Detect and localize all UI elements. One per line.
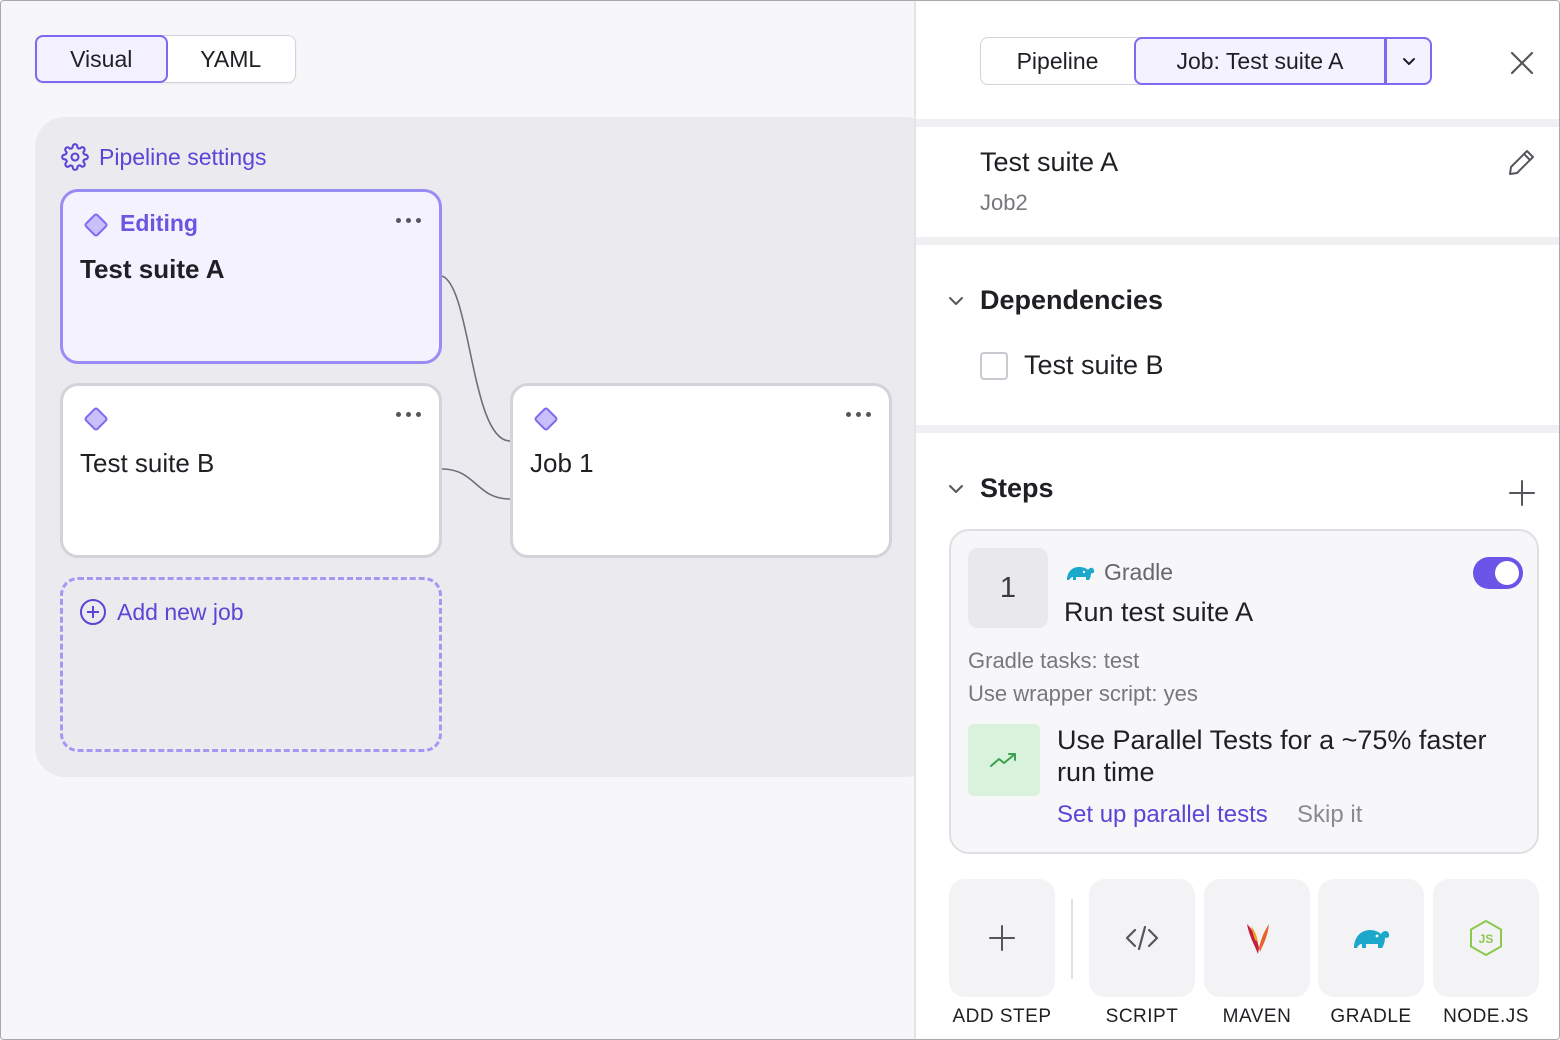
- step-card[interactable]: 1 Gradle Run test suite A Gradle tasks: …: [949, 529, 1539, 854]
- panel-tab-switcher: Pipeline Job: Test suite A: [980, 37, 1432, 85]
- add-step-plus-icon[interactable]: [1506, 477, 1538, 509]
- tab-pipeline[interactable]: Pipeline: [981, 38, 1134, 84]
- dependency-label: Test suite B: [1024, 350, 1164, 380]
- add-step-label: ADD STEP: [952, 1006, 1052, 1027]
- maven-step-button[interactable]: [1204, 879, 1310, 997]
- script-step-button[interactable]: [1089, 879, 1195, 997]
- job-title: Test suite A: [80, 254, 225, 284]
- dependency-item: Test suite B: [980, 350, 1164, 381]
- setup-parallel-tests-link[interactable]: Set up parallel tests: [1057, 801, 1268, 829]
- job-title: Job 1: [530, 448, 594, 478]
- nodejs-icon: JS: [1470, 920, 1502, 956]
- chevron-down-icon: [949, 484, 963, 493]
- trending-up-icon: [990, 753, 1016, 767]
- pipeline-editor: Visual YAML Pipeline settings Editing Te…: [1, 1, 935, 1039]
- divider: [916, 237, 1559, 245]
- close-icon[interactable]: [1506, 47, 1538, 79]
- dependencies-header[interactable]: Dependencies: [946, 285, 1163, 316]
- job-detail-panel: Pipeline Job: Test suite A Test suite A …: [914, 1, 1559, 1039]
- plus-icon: [989, 925, 1015, 951]
- dependency-checkbox[interactable]: [980, 351, 1008, 380]
- step-enabled-toggle[interactable]: [1473, 557, 1523, 589]
- job-name: Test suite A: [980, 147, 1119, 177]
- step-detail: Gradle tasks: test: [968, 648, 1140, 673]
- yaml-mode-button[interactable]: YAML: [167, 36, 296, 82]
- add-new-job-label: Add new job: [117, 598, 244, 625]
- job-menu-button[interactable]: [846, 412, 871, 417]
- step-type: Gradle: [1064, 559, 1173, 586]
- add-new-job-button[interactable]: Add new job: [60, 577, 442, 752]
- visual-mode-button[interactable]: Visual: [35, 35, 168, 83]
- step-title: Run test suite A: [1064, 597, 1254, 627]
- job-menu-button[interactable]: [396, 412, 421, 417]
- step-detail: Use wrapper script: yes: [968, 681, 1198, 706]
- tab-job[interactable]: Job: Test suite A: [1134, 37, 1386, 85]
- job-select-dropdown-button[interactable]: [1386, 37, 1432, 85]
- diamond-icon: [84, 407, 108, 431]
- pencil-icon[interactable]: [1505, 145, 1539, 179]
- maven-feather-icon: [1247, 924, 1269, 954]
- script-step-label: SCRIPT: [1105, 1006, 1179, 1027]
- job-menu-button[interactable]: [396, 218, 421, 223]
- gradle-elephant-icon: [1354, 930, 1390, 948]
- code-icon: [1125, 925, 1159, 951]
- step-number: 1: [968, 548, 1048, 628]
- steps-heading: Steps: [980, 473, 1054, 503]
- nodejs-step-button[interactable]: JS: [1433, 879, 1539, 997]
- svg-text:JS: JS: [1479, 932, 1494, 946]
- divider: [916, 119, 1559, 127]
- divider: [1071, 899, 1073, 979]
- job-title: Test suite B: [80, 448, 215, 478]
- gradle-step-label: GRADLE: [1330, 1006, 1412, 1027]
- parallel-tests-hint: Use Parallel Tests for a ~75% faster run…: [1057, 725, 1487, 787]
- job-card-job-1[interactable]: Job 1: [510, 383, 892, 558]
- editing-status-label: Editing: [120, 210, 198, 236]
- pipeline-settings-link[interactable]: Pipeline settings: [61, 143, 267, 171]
- diamond-icon: [84, 213, 108, 237]
- panel-header: Pipeline Job: Test suite A: [916, 1, 1559, 119]
- chevron-down-icon: [949, 296, 963, 305]
- gradle-step-button[interactable]: [1318, 879, 1424, 997]
- job-card-test-suite-a[interactable]: Editing Test suite A: [60, 189, 442, 364]
- divider: [916, 425, 1559, 433]
- plus-circle-icon: [80, 599, 106, 625]
- add-step-button[interactable]: [949, 879, 1055, 997]
- job-card-test-suite-b[interactable]: Test suite B: [60, 383, 442, 558]
- app-window: Visual YAML Pipeline settings Editing Te…: [0, 0, 1560, 1040]
- skip-hint-link[interactable]: Skip it: [1297, 801, 1362, 829]
- nodejs-step-label: NODE.JS: [1443, 1006, 1529, 1027]
- view-mode-toggle: Visual YAML: [35, 35, 296, 83]
- pipeline-settings-label: Pipeline settings: [99, 143, 267, 170]
- diamond-icon: [534, 407, 558, 431]
- trending-up-icon-box: [968, 724, 1040, 796]
- gear-icon: [61, 143, 89, 171]
- job-id: Job2: [980, 190, 1028, 215]
- gradle-elephant-icon: [1067, 566, 1095, 580]
- chevron-down-icon: [1402, 58, 1415, 65]
- maven-step-label: MAVEN: [1222, 1006, 1292, 1027]
- job-info-section: Test suite A Job2: [916, 127, 1559, 237]
- dependencies-heading: Dependencies: [980, 285, 1164, 315]
- steps-header[interactable]: Steps: [946, 473, 1054, 504]
- step-type-label: Gradle: [1104, 559, 1174, 585]
